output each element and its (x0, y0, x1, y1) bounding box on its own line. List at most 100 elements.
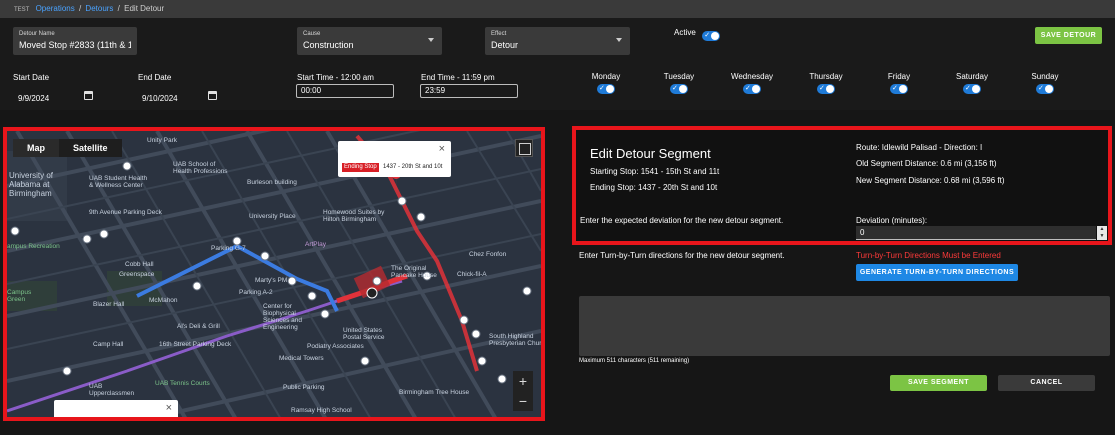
deviation-input[interactable]: 0 (856, 226, 1096, 240)
chevron-down-icon (616, 38, 622, 42)
tab-map[interactable]: Map (13, 139, 59, 157)
poi-label: 9th Avenue Parking Deck (89, 209, 162, 216)
breadcrumb-operations[interactable]: Operations (36, 4, 75, 13)
poi-label: Burleson building (247, 179, 297, 186)
poi-label: Public Parking (283, 384, 325, 391)
breadcrumb-current: Edit Detour (124, 4, 165, 13)
poi-label: University Place (249, 213, 296, 220)
fullscreen-icon[interactable] (515, 139, 533, 157)
day-sunday: Sunday ✓ (1031, 72, 1059, 94)
tuesday-toggle[interactable]: ✓ (670, 84, 688, 94)
active-toggle-group: Active ✓ (674, 28, 721, 46)
end-date-label: End Date (138, 73, 172, 82)
start-time-input[interactable]: 00:00 (296, 84, 394, 98)
poi-label: UAB Student Health & Wellness Center (89, 175, 148, 189)
turn-by-turn-prompt: Enter Turn-by-Turn directions for the ne… (579, 251, 785, 260)
poi-label: Campus Green (7, 289, 32, 303)
poi-label: Birmingham Tree House (399, 389, 470, 396)
ending-stop: Ending Stop: 1437 - 20th St and 10t (590, 183, 718, 192)
detour-map[interactable]: Map Satellite + − × Ending Stop 1437 - 2… (3, 127, 545, 421)
chevron-down-icon (428, 38, 434, 42)
poi-label: UAB School of Health Professions (173, 161, 228, 175)
poi-label: The Original Pancake House (391, 265, 437, 279)
close-icon[interactable]: × (166, 402, 172, 414)
cause-select[interactable]: Cause Construction (297, 27, 442, 55)
poi-label: Parking A-2 (239, 289, 273, 296)
deviation-stepper[interactable]: ▲ ▼ (1097, 226, 1107, 240)
breadcrumb: TEST Operations / Detours / Edit Detour (0, 0, 1115, 18)
tab-satellite[interactable]: Satellite (59, 139, 122, 157)
edit-detour-segment-panel: Edit Detour Segment Starting Stop: 1541 … (572, 126, 1112, 245)
poi-label: UAB Tennis Courts (155, 380, 210, 387)
poi-label: Chez Fonfon (469, 251, 507, 258)
poi-label: Blazer Hall (93, 301, 125, 308)
save-detour-button[interactable]: SAVE DETOUR (1035, 27, 1102, 44)
poi-label: ampus Recreation (7, 243, 60, 250)
cause-label: Cause (303, 31, 321, 37)
active-label: Active (674, 28, 696, 37)
ending-stop-tag: Ending Stop (342, 163, 379, 172)
calendar-icon[interactable] (208, 91, 217, 100)
day-thursday: Thursday ✓ (809, 72, 843, 94)
detour-header: Detour Name Moved Stop #2833 (11th & 1 C… (0, 18, 1115, 110)
sunday-toggle[interactable]: ✓ (1036, 84, 1054, 94)
end-date-input[interactable]: 9/10/2024 (142, 94, 178, 103)
map-type-tabs: Map Satellite (13, 139, 122, 157)
poi-label: United States Postal Service (343, 327, 385, 341)
generate-directions-button[interactable]: GENERATE TURN-BY-TURN DIRECTIONS (856, 264, 1018, 281)
ending-stop-popup: × Ending Stop 1437 - 20th St and 10t (338, 141, 451, 177)
poi-label: Chick-fil-A (457, 271, 487, 278)
save-segment-button[interactable]: SAVE SEGMENT (890, 375, 987, 391)
saturday-toggle[interactable]: ✓ (963, 84, 981, 94)
monday-toggle[interactable]: ✓ (597, 84, 615, 94)
poi-label: Cobb Hall (125, 261, 154, 268)
character-count: Maximum 511 characters (511 remaining) (579, 358, 690, 364)
thursday-toggle[interactable]: ✓ (817, 84, 835, 94)
zoom-in-button[interactable]: + (513, 371, 533, 391)
close-icon[interactable]: × (439, 143, 445, 155)
day-saturday: Saturday ✓ (955, 72, 989, 94)
friday-toggle[interactable]: ✓ (890, 84, 908, 94)
poi-label: ArtPlay (305, 241, 326, 248)
environment-label: TEST (14, 7, 30, 13)
detour-name-field[interactable]: Detour Name Moved Stop #2833 (11th & 1 (13, 27, 137, 55)
poi-label: Greenspace (119, 271, 155, 278)
turn-by-turn-textarea[interactable] (579, 296, 1110, 356)
poi-label: UAB Upperclassmen (89, 383, 135, 397)
old-segment-distance: Old Segment Distance: 0.6 mi (3,156 ft) (856, 159, 997, 168)
starting-stop: Starting Stop: 1541 - 15th St and 11t (590, 167, 720, 176)
panel-title: Edit Detour Segment (590, 146, 711, 161)
poi-label: McMahon (149, 297, 178, 304)
poi-label: Unity Park (147, 137, 177, 144)
active-toggle[interactable]: ✓ (702, 31, 721, 41)
start-time-label: Start Time - 12:00 am (297, 73, 374, 82)
detour-name-input[interactable]: Moved Stop #2833 (11th & 1 (19, 40, 131, 50)
poi-label: South Highland Presbyterian Church (489, 333, 545, 347)
poi-label: Homewood Suites by Hilton Birmingham (323, 209, 385, 223)
poi-label: Al's Deli & Grill (177, 323, 220, 330)
poi-label: Camp Hall (93, 341, 124, 348)
cancel-button[interactable]: CANCEL (998, 375, 1095, 391)
new-segment-distance: New Segment Distance: 0.68 mi (3,596 ft) (856, 176, 1005, 185)
day-wednesday: Wednesday ✓ (730, 72, 774, 94)
calendar-icon[interactable] (84, 91, 93, 100)
poi-label: Podiatry Associates (307, 343, 364, 350)
wednesday-toggle[interactable]: ✓ (743, 84, 761, 94)
poi-label: Parking G-7 (211, 245, 246, 252)
poi-label: Marty's PM (255, 277, 288, 284)
start-date-label: Start Date (13, 73, 50, 82)
poi-label: 16th Street Parking Deck (159, 341, 232, 348)
cause-value: Construction (303, 40, 354, 50)
deviation-prompt: Enter the expected deviation for the new… (580, 216, 784, 225)
zoom-out-button[interactable]: − (513, 391, 533, 411)
poi-label: University of Alabama at Birmingham (9, 171, 54, 198)
breadcrumb-detours[interactable]: Detours (85, 4, 113, 13)
end-time-label: End Time - 11:59 pm (421, 73, 495, 82)
effect-select[interactable]: Effect Detour (485, 27, 630, 55)
ending-stop-name: 1437 - 20th St and 10t (383, 164, 443, 170)
deviation-label: Deviation (minutes): (856, 216, 928, 225)
effect-label: Effect (491, 31, 507, 37)
detour-name-label: Detour Name (19, 31, 55, 37)
start-date-input[interactable]: 9/9/2024 (18, 94, 49, 103)
end-time-input[interactable]: 23:59 (420, 84, 518, 98)
